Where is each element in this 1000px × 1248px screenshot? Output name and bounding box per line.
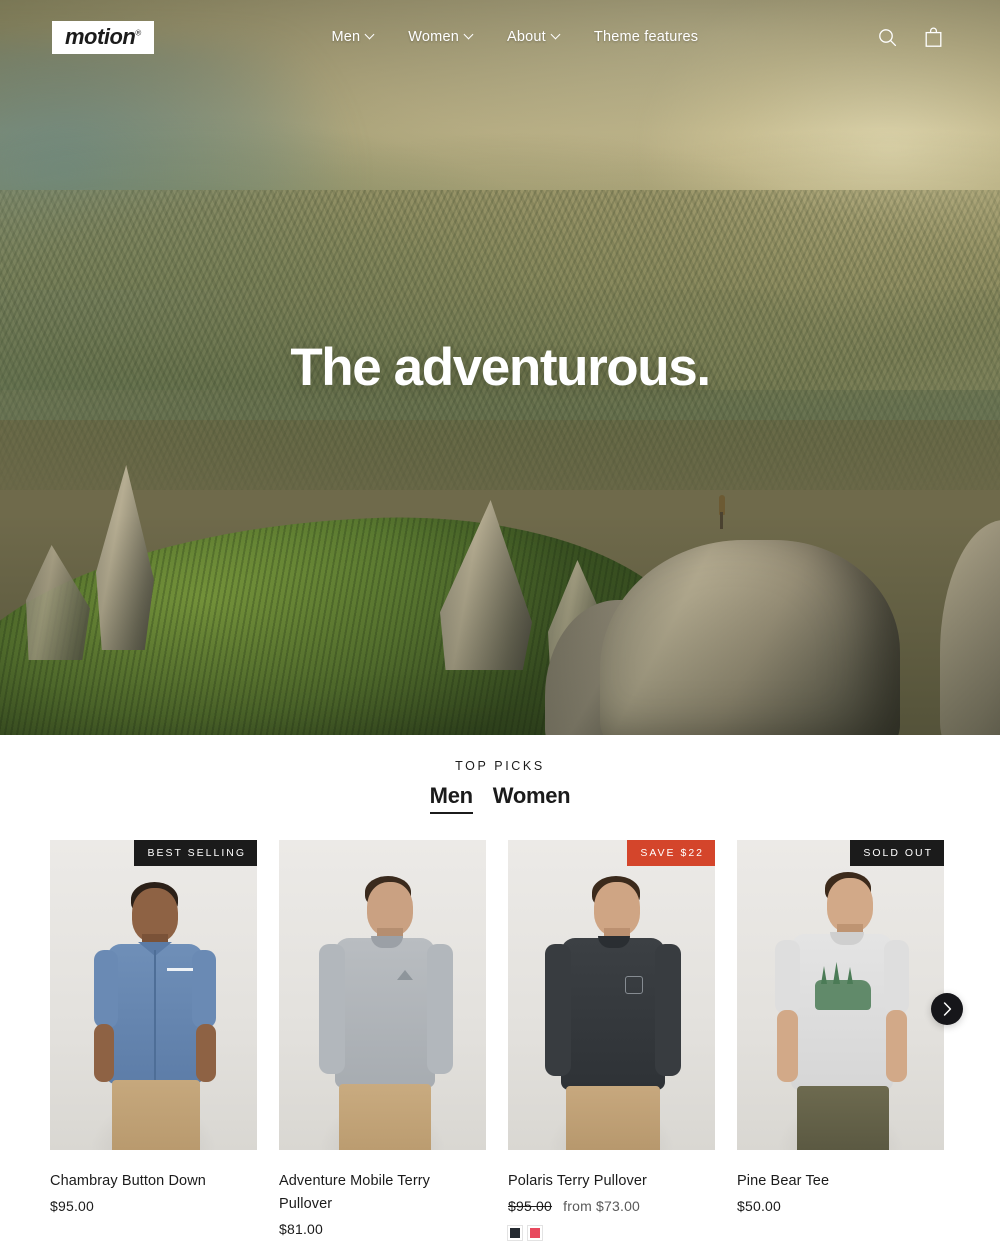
collection-tabs: Men Women <box>0 783 1000 814</box>
price-current: $81.00 <box>279 1221 324 1238</box>
hero-text-block: The adventurous. <box>0 0 1000 735</box>
chevron-down-icon <box>465 31 473 39</box>
product-title[interactable]: Adventure Mobile Terry Pullover <box>279 1170 486 1216</box>
product-badge: SOLD OUT <box>850 840 944 866</box>
site-logo[interactable]: motion® <box>52 20 154 54</box>
top-picks-section: TOP PICKS Men Women BEST SELLING Chambra… <box>0 735 1000 1248</box>
product-price: $95.00 <box>50 1198 257 1214</box>
product-price: $95.00 from $73.00 <box>508 1198 715 1214</box>
chevron-down-icon <box>366 31 374 39</box>
product-info: Polaris Terry Pullover $95.00 from $73.0… <box>507 1150 715 1242</box>
color-swatches <box>507 1225 715 1242</box>
product-badge: BEST SELLING <box>134 840 257 866</box>
logo-text: motion <box>65 23 136 49</box>
product-title[interactable]: Chambray Button Down <box>50 1170 257 1193</box>
chevron-down-icon <box>552 31 560 39</box>
tab-men[interactable]: Men <box>429 783 473 814</box>
nav-label-women: Women <box>408 29 459 45</box>
product-image[interactable]: BEST SELLING <box>50 840 257 1150</box>
product-image[interactable] <box>279 840 486 1150</box>
section-eyebrow: TOP PICKS <box>455 759 545 773</box>
nav-item-women[interactable]: Women <box>408 29 473 45</box>
product-title[interactable]: Pine Bear Tee <box>737 1170 944 1193</box>
tab-women[interactable]: Women <box>493 783 571 814</box>
product-card[interactable]: SOLD OUT Pine Bear Tee $50.00 <box>737 840 944 1248</box>
price-current: $50.00 <box>737 1198 782 1215</box>
site-header: motion® Men Women About Theme features <box>0 0 1000 74</box>
swatch-option[interactable] <box>507 1225 523 1242</box>
product-info: Chambray Button Down $95.00 <box>50 1150 257 1214</box>
price-current: $95.00 <box>50 1198 95 1215</box>
nav-item-men[interactable]: Men <box>331 29 374 45</box>
main-navigation: Men Women About Theme features <box>331 29 698 45</box>
nav-label-about: About <box>506 29 546 45</box>
swatch-option[interactable] <box>527 1225 543 1242</box>
nav-label-theme-features: Theme features <box>593 29 699 45</box>
hero-title: The adventurous. <box>290 338 711 397</box>
product-title[interactable]: Polaris Terry Pullover <box>508 1170 715 1193</box>
nav-item-about[interactable]: About <box>507 29 560 45</box>
product-image[interactable]: SOLD OUT <box>737 840 944 1150</box>
product-info: Adventure Mobile Terry Pullover $81.00 <box>279 1150 486 1248</box>
nav-label-men: Men <box>331 29 361 45</box>
header-icons <box>876 25 946 49</box>
search-icon[interactable] <box>876 25 900 49</box>
carousel-next-button[interactable] <box>931 993 963 1025</box>
price-original: $95.00 <box>508 1198 553 1215</box>
product-list: BEST SELLING Chambray Button Down $95.00 <box>0 840 1000 1248</box>
nav-item-theme-features[interactable]: Theme features <box>594 29 698 45</box>
product-carousel: BEST SELLING Chambray Button Down $95.00 <box>0 840 1000 1248</box>
chevron-right-icon <box>943 1002 951 1016</box>
product-info: Pine Bear Tee $50.00 <box>737 1150 944 1214</box>
product-card[interactable]: Adventure Mobile Terry Pullover $81.00 <box>279 840 486 1248</box>
cart-icon[interactable] <box>922 25 946 49</box>
product-badge: SAVE $22 <box>627 840 715 866</box>
product-card[interactable]: BEST SELLING Chambray Button Down $95.00 <box>50 840 257 1248</box>
hero-banner: motion® Men Women About Theme features T… <box>0 0 1000 735</box>
product-price: $50.00 <box>737 1198 944 1214</box>
product-price: $81.00 <box>279 1221 486 1237</box>
product-card[interactable]: SAVE $22 Polaris Terry Pullover $95.00 f… <box>507 840 715 1248</box>
price-current: from $73.00 <box>563 1198 641 1215</box>
product-image[interactable]: SAVE $22 <box>508 840 715 1150</box>
logo-trademark: ® <box>135 28 141 38</box>
